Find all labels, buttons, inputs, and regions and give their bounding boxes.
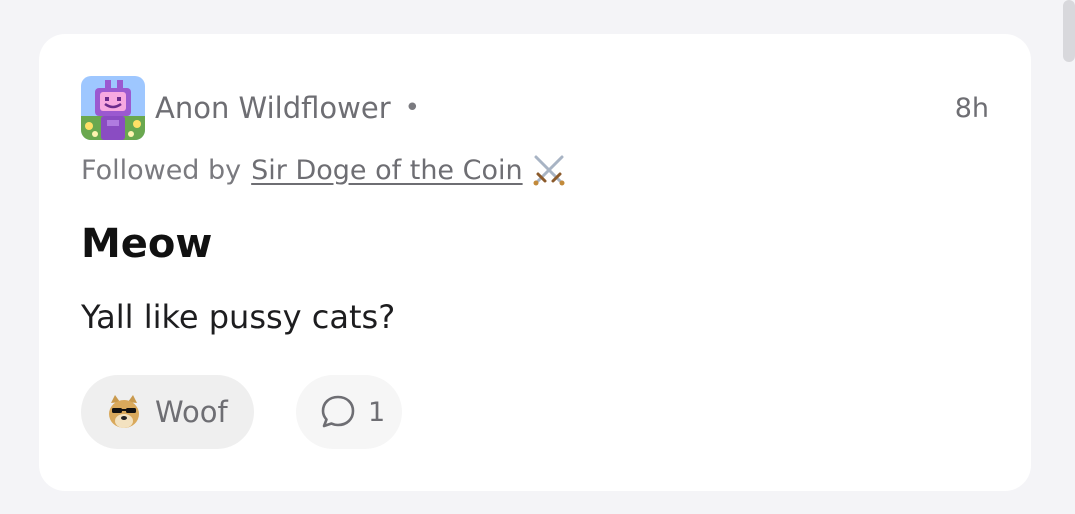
post-title: Meow [81, 221, 213, 267]
post-timestamp: 8h [954, 92, 989, 124]
post-card[interactable]: Anon Wildflower • 8h Followed by Sir Dog… [39, 34, 1031, 491]
reaction-button[interactable]: Woof [81, 375, 254, 449]
separator-dot: • [404, 93, 420, 123]
followed-by-label: Followed by [81, 154, 242, 186]
crossed-swords-icon [533, 155, 565, 186]
speech-bubble-icon [321, 395, 355, 428]
comments-button[interactable]: 1 [296, 375, 402, 449]
post-body: Yall like pussy cats? [81, 298, 396, 336]
followed-by-user-link[interactable]: Sir Doge of the Coin [251, 155, 522, 186]
reaction-label: Woof [155, 395, 228, 429]
doge-sunglasses-icon [109, 395, 139, 428]
comment-count: 1 [368, 396, 386, 428]
robot-avatar-icon [81, 76, 145, 140]
followed-by-line: Followed by Sir Doge of the Coin [81, 152, 567, 188]
scrollbar-thumb[interactable] [1063, 0, 1075, 62]
author-avatar[interactable] [81, 76, 145, 140]
post-header: Anon Wildflower • 8h [81, 75, 989, 141]
author-name[interactable]: Anon Wildflower [155, 91, 391, 125]
